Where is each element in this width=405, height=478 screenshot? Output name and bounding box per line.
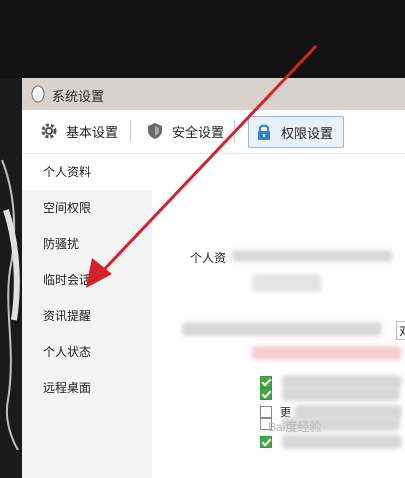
blurred-text [232,250,392,262]
blurred-warning [252,346,402,360]
checkbox-option-1[interactable] [260,376,272,388]
field-dropdown[interactable]: 对 [396,321,405,340]
blurred-text [282,435,402,449]
sidebar-item-profile[interactable]: 个人资料 [22,154,152,190]
blurred-text [182,322,382,336]
toolbar-divider [130,120,131,142]
penguin-icon [31,85,45,103]
security-settings-label: 安全设置 [172,124,225,140]
shield-icon [148,123,162,139]
basic-settings-button[interactable]: 基本设置 [40,116,118,146]
window-title: 系统设置 [52,89,105,104]
settings-toolbar: 基本设置 安全设置 权限设置 [22,110,405,154]
watermark: Bai度经验 [268,420,322,434]
desktop-background [0,0,405,78]
sidebar-item-anti-harassment[interactable]: 防骚扰 [22,226,152,262]
basic-settings-label: 基本设置 [66,124,119,140]
sidebar-item-temp-session[interactable]: 临时会话 [22,262,152,298]
gear-icon [41,123,57,139]
blurred-button [252,274,322,292]
security-settings-button[interactable]: 安全设置 [146,116,224,146]
settings-sidebar: 个人资料 空间权限 防骚扰 临时会话 资讯提醒 个人状态 远程桌面 [22,154,152,478]
blurred-text [282,387,400,401]
permission-settings-label: 权限设置 [281,125,334,141]
sidebar-item-remote-desktop[interactable]: 远程桌面 [22,370,152,406]
checkbox-option-3[interactable] [260,436,272,448]
sidebar-item-news-reminder[interactable]: 资讯提醒 [22,298,152,334]
sidebar-item-space-permission[interactable]: 空间权限 [22,190,152,226]
section-heading: 个人资 [190,251,227,265]
lock-icon [258,124,270,140]
checkbox-option-2[interactable] [260,406,272,418]
permission-settings-button[interactable]: 权限设置 [248,116,345,148]
toolbar-divider [234,120,235,142]
checkbox-option-4[interactable] [260,388,272,400]
wallpaper-figure [1,159,20,450]
sidebar-item-personal-status[interactable]: 个人状态 [22,334,152,370]
title-bar[interactable]: 系统设置 [22,78,405,110]
